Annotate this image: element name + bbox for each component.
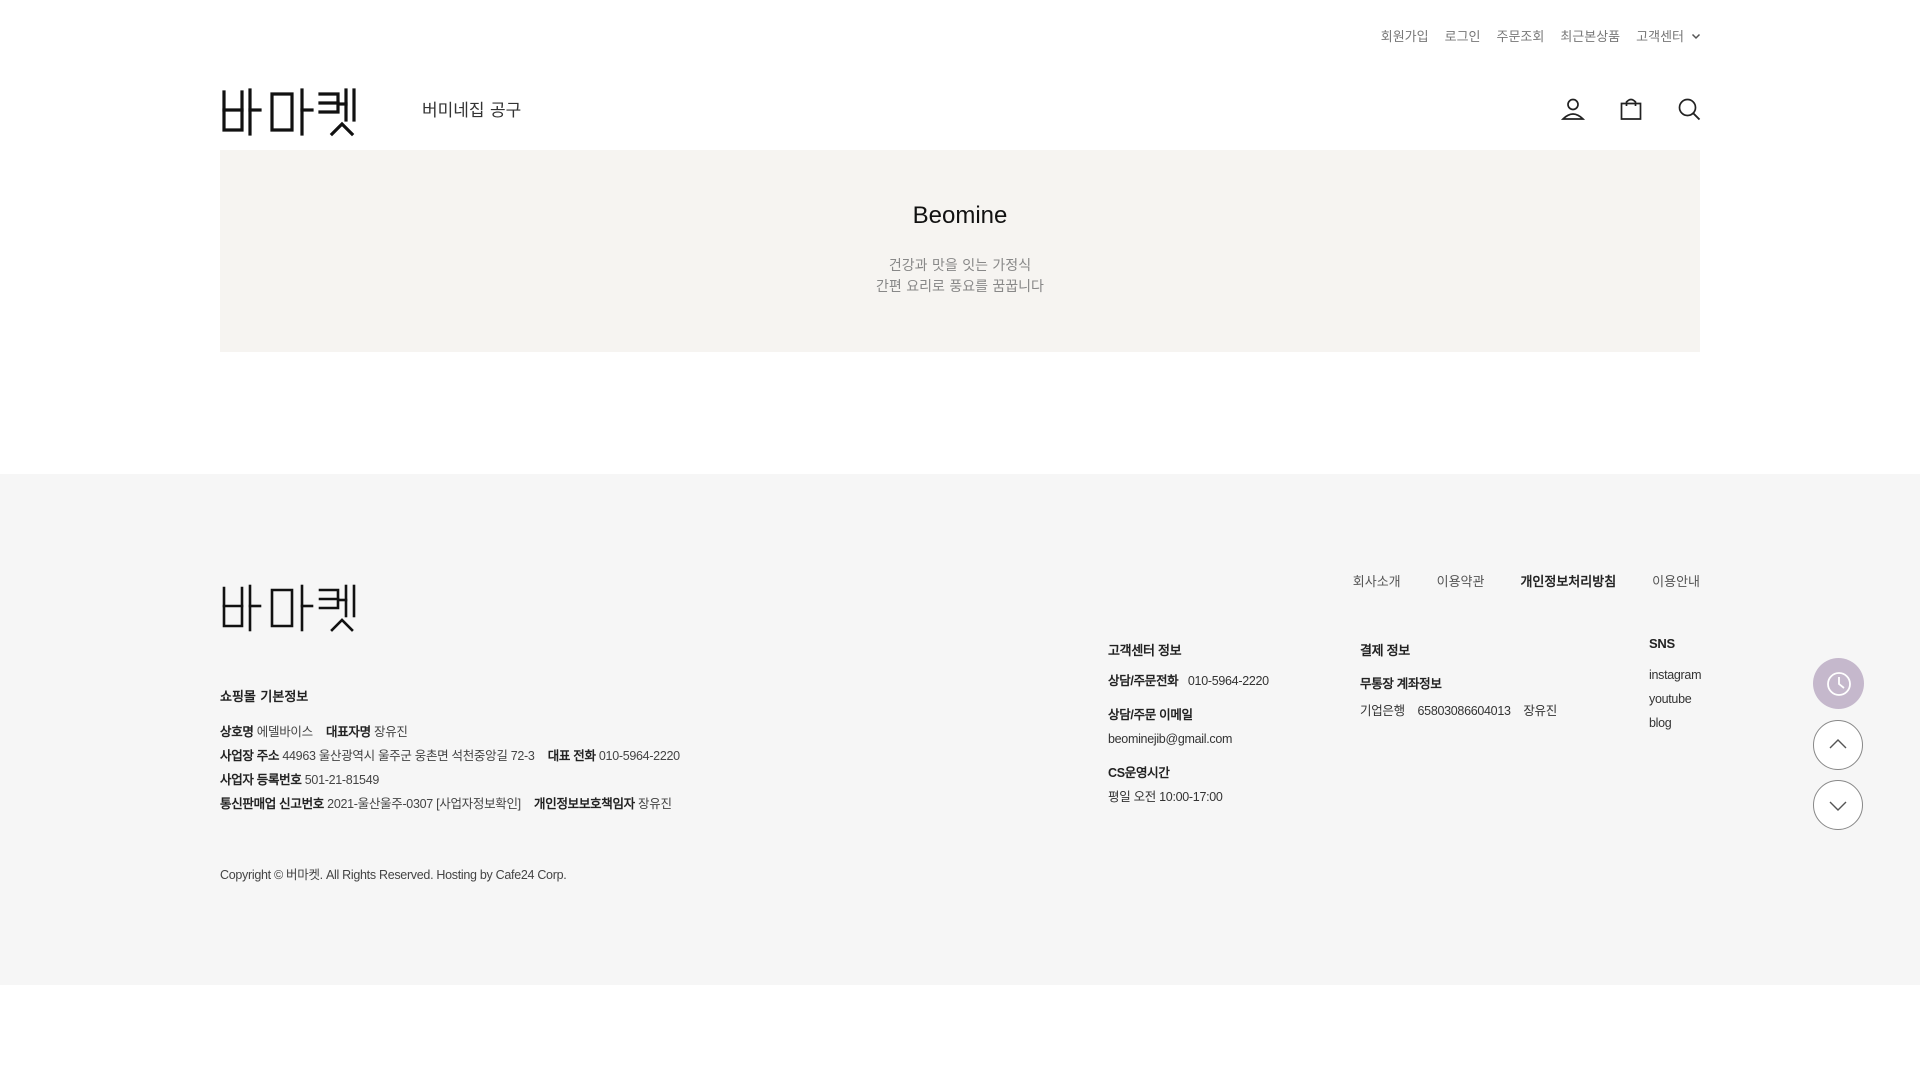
- chevron-down-icon: [1691, 33, 1701, 39]
- shopping-bag-icon[interactable]: [1618, 96, 1644, 122]
- cs-hours-label: CS운영시간: [1108, 766, 1170, 780]
- hero-subtitle-line2: 간편 요리로 풍요를 꿈꿉니다: [876, 279, 1044, 295]
- shop-info-title: 쇼핑몰 기본정보: [220, 690, 309, 705]
- nav-group-buy-link[interactable]: 버미네집 공구: [422, 96, 521, 121]
- signup-link[interactable]: 회원가입: [1381, 26, 1429, 45]
- sns-link-blog[interactable]: blog: [1649, 711, 1701, 735]
- shop-info: 상호명 에델바이스 대표자명 장유진 사업장 주소 44963 울산광역시 울주…: [220, 720, 680, 816]
- search-icon[interactable]: [1676, 96, 1702, 122]
- pay-account-no: 65803086604013: [1417, 704, 1511, 718]
- hero-subtitle-line1: 건강과 맛을 잇는 가정식: [888, 258, 1032, 274]
- user-icon[interactable]: [1560, 96, 1586, 122]
- phone-value: 010-5964-2220: [598, 749, 680, 763]
- order-lookup-link[interactable]: 주문조회: [1497, 26, 1545, 45]
- shop-info-line: 사업자 등록번호 501-21-81549: [220, 768, 680, 792]
- sns-links: SNS instagram youtube blog: [1649, 636, 1701, 735]
- address-label: 사업장 주소: [220, 749, 280, 763]
- shop-info-line: 사업장 주소 44963 울산광역시 울주군 웅촌면 석천중앙길 72-3 대표…: [220, 744, 680, 768]
- header-icon-group: [1560, 96, 1702, 122]
- mailorder-value: 2021-울산울주-0307: [327, 797, 433, 811]
- phone-label: 대표 전화: [547, 749, 596, 763]
- cs-title: 고객센터 정보: [1108, 643, 1182, 658]
- privacy-officer-value: 장유진: [638, 797, 672, 811]
- bizinfo-link[interactable]: [사업자정보확인]: [436, 797, 521, 811]
- hero-banner: Beomine 건강과 맛을 잇는 가정식 간편 요리로 풍요를 꿈꿉니다: [220, 150, 1700, 352]
- hero-subtitle: 건강과 맛을 잇는 가정식 간편 요리로 풍요를 꿈꿉니다: [220, 256, 1700, 298]
- cs-email-value[interactable]: beominejib@gmail.com: [1108, 731, 1269, 747]
- sns-link-youtube[interactable]: youtube: [1649, 687, 1701, 711]
- pay-holder: 장유진: [1523, 704, 1557, 718]
- footer: 회사소개 이용약관 개인정보처리방침 이용안내 쇼핑몰 기본정보 상호명 에델바…: [0, 474, 1920, 985]
- brand-logo[interactable]: [220, 86, 370, 138]
- hero-title: Beomine: [912, 202, 1008, 229]
- ceo-label: 대표자명: [326, 725, 371, 739]
- customer-center-info: 고객센터 정보 상담/주문전화 010-5964-2220 상담/주문 이메일 …: [1108, 640, 1269, 823]
- clock-icon: [1826, 671, 1851, 696]
- sns-link-instagram[interactable]: instagram: [1649, 663, 1701, 687]
- top-utility-bar: 회원가입 로그인 주문조회 최근본상품 고객센터: [1381, 26, 1702, 45]
- pay-title: 결제 정보: [1360, 643, 1410, 658]
- shop-info-line: 상호명 에델바이스 대표자명 장유진: [220, 720, 680, 744]
- chevron-up-icon: [1829, 739, 1847, 749]
- cs-hours-row: CS운영시간 평일 오전 10:00-17:00: [1108, 765, 1269, 805]
- scroll-bottom-button[interactable]: [1813, 780, 1863, 830]
- footer-link-privacy[interactable]: 개인정보처리방침: [1520, 571, 1616, 590]
- footer-link-terms[interactable]: 이용약관: [1437, 571, 1485, 590]
- footer-link-company[interactable]: 회사소개: [1353, 571, 1401, 590]
- chevron-down-icon: [1829, 801, 1847, 811]
- pay-account-row: 기업은행 65803086604013 장유진: [1360, 700, 1557, 719]
- ceo-value: 장유진: [374, 725, 408, 739]
- footer-brand-logo[interactable]: [220, 582, 370, 634]
- privacy-officer-label: 개인정보보호책임자: [534, 797, 635, 811]
- recent-view-button[interactable]: [1813, 658, 1864, 709]
- footer-link-guide[interactable]: 이용안내: [1652, 571, 1700, 590]
- bizno-label: 사업자 등록번호: [220, 773, 302, 787]
- bizno-value: 501-21-81549: [304, 773, 380, 787]
- customer-center-label: 고객센터: [1636, 30, 1684, 45]
- footer-links: 회사소개 이용약관 개인정보처리방침 이용안내: [1353, 571, 1700, 590]
- cs-email-label: 상담/주문 이메일: [1108, 708, 1193, 722]
- login-link[interactable]: 로그인: [1445, 26, 1481, 45]
- mailorder-label: 통신판매업 신고번호: [220, 797, 324, 811]
- scroll-top-button[interactable]: [1813, 720, 1863, 770]
- company-label: 상호명: [220, 725, 254, 739]
- recent-products-link[interactable]: 최근본상품: [1560, 26, 1620, 45]
- cs-phone-row: 상담/주문전화 010-5964-2220: [1108, 673, 1269, 689]
- cs-phone-label: 상담/주문전화: [1108, 674, 1179, 688]
- copyright: Copyright © 버마켓. All Rights Reserved. Ho…: [220, 868, 567, 882]
- cs-hours-value: 평일 오전 10:00-17:00: [1108, 790, 1223, 804]
- sns-title: SNS: [1649, 636, 1675, 651]
- customer-center-dropdown[interactable]: 고객센터: [1636, 26, 1702, 45]
- cs-phone-value: 010-5964-2220: [1187, 674, 1269, 688]
- cs-email-row: 상담/주문 이메일 beominejib@gmail.com: [1108, 707, 1269, 747]
- shop-info-line: 통신판매업 신고번호 2021-울산울주-0307 [사업자정보확인] 개인정보…: [220, 792, 680, 816]
- payment-info: 결제 정보 무통장 계좌정보 기업은행 65803086604013 장유진: [1360, 640, 1557, 719]
- company-value: 에델바이스: [256, 725, 313, 739]
- pay-bank: 기업은행: [1360, 704, 1405, 718]
- address-value: 44963 울산광역시 울주군 웅촌면 석천중앙길 72-3: [282, 749, 535, 763]
- pay-account-label: 무통장 계좌정보: [1360, 677, 1442, 691]
